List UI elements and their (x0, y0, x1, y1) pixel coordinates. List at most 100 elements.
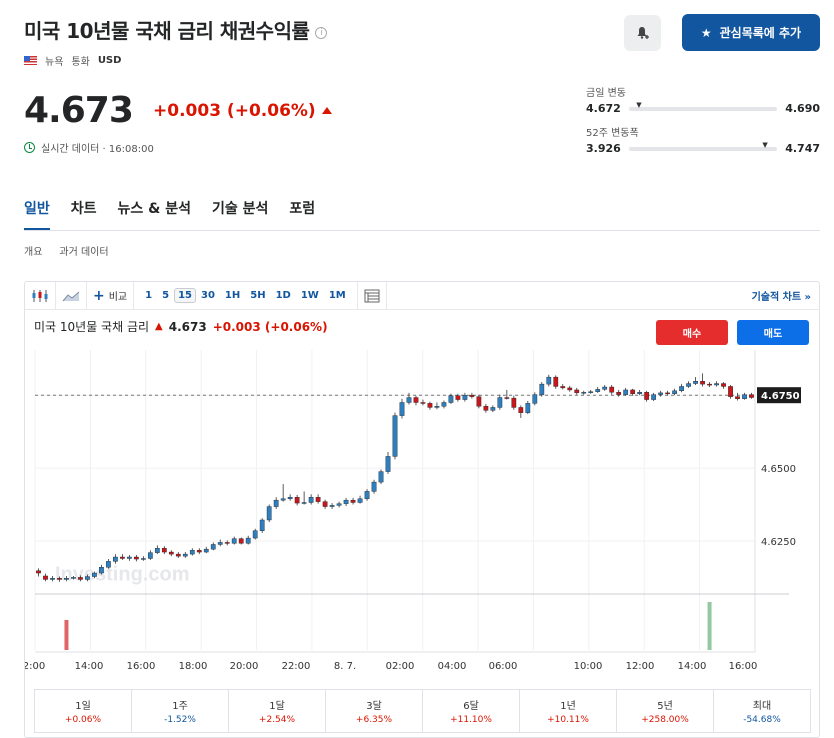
performance-table: 1일 +0.06% 1주 -1.52% 1달 +2.54% 3달 +6.35% 6달 +11.10… (34, 689, 811, 733)
bell-plus-icon (637, 27, 649, 39)
performance-period: 1년 (560, 701, 576, 712)
table-icon (364, 289, 380, 302)
day-range-high: 4.690 (785, 102, 820, 115)
candlestick-icon (32, 289, 48, 302)
timeframe-1h[interactable]: 1H (220, 290, 245, 301)
performance-value: -54.68% (743, 715, 781, 725)
performance-cell[interactable]: 5년 +258.00% (617, 690, 714, 732)
candle-body (567, 387, 573, 391)
candle-body (273, 499, 279, 507)
volume-bar (707, 602, 712, 650)
candle-body (665, 392, 670, 395)
subtab-summary[interactable]: 개요 (24, 243, 42, 258)
timeframe-1w[interactable]: 1W (296, 290, 324, 301)
x-tick-label: 14:00 (75, 661, 104, 672)
add-to-watchlist-button[interactable]: ★ 관심목록에 추가 (682, 14, 820, 51)
performance-cell[interactable]: 1주 -1.52% (132, 690, 229, 732)
compare-label: 비교 (108, 292, 128, 303)
candle-body (315, 497, 321, 502)
candle-body (92, 572, 97, 577)
candle-body (735, 396, 740, 399)
timeframe-30[interactable]: 30 (196, 290, 220, 301)
candle-body (651, 394, 657, 400)
candle-body (588, 391, 594, 393)
day-range-label: 금일 변동 (586, 88, 626, 99)
buy-button[interactable]: 매수 (656, 320, 728, 345)
tab-overview[interactable]: 일반 (24, 198, 50, 231)
performance-cell[interactable]: 3달 +6.35% (326, 690, 423, 732)
performance-cell[interactable]: 최대 -54.68% (714, 690, 810, 732)
candle-body (420, 402, 426, 404)
x-tick-label: 10:00 (574, 661, 603, 672)
x-tick-label: 14:00 (678, 661, 707, 672)
instrument-meta: 뉴욕 통화 USD (24, 53, 121, 68)
x-tick-label: 12:00 (626, 661, 655, 672)
candle-body (574, 389, 580, 394)
sub-tabs: 개요 과거 데이터 (24, 243, 109, 258)
timeframe-5h[interactable]: 5H (245, 290, 270, 301)
timeframe-15[interactable]: 15 (174, 288, 196, 303)
timeframe-1[interactable]: 1 (140, 290, 157, 301)
info-icon[interactable]: i (315, 26, 328, 39)
week52-range-low: 3.926 (586, 142, 621, 155)
performance-value: -1.52% (164, 715, 196, 725)
x-tick-label: 8. 7. (334, 661, 356, 672)
tab-forum[interactable]: 포럼 (289, 198, 315, 218)
candle-body (623, 389, 629, 395)
performance-cell[interactable]: 1달 +2.54% (229, 690, 326, 732)
candle-body (476, 396, 482, 407)
candle-body (64, 578, 69, 580)
alert-button[interactable] (624, 15, 661, 51)
performance-value: +6.35% (355, 715, 393, 725)
candle-body (511, 397, 517, 408)
tab-news[interactable]: 뉴스 & 분석 (118, 198, 191, 218)
area-type-button[interactable] (56, 281, 87, 310)
candle-body (581, 392, 587, 394)
candle-body (469, 394, 475, 397)
candle-body (154, 548, 160, 553)
performance-period: 1달 (269, 701, 285, 712)
candle-body (120, 556, 125, 559)
performance-cell[interactable]: 1일 +0.06% (35, 690, 132, 732)
candle-body (525, 403, 531, 413)
compare-button[interactable]: + 비교 (87, 281, 135, 310)
table-view-button[interactable] (358, 281, 387, 310)
performance-cell[interactable]: 6달 +11.10% (423, 690, 520, 732)
candle-body (182, 553, 188, 557)
tab-chart[interactable]: 차트 (71, 198, 97, 218)
sell-button[interactable]: 매도 (737, 320, 809, 345)
performance-value: +11.10% (450, 715, 492, 725)
candle-body (210, 544, 216, 550)
candle-body (714, 383, 719, 386)
technical-chart-link[interactable]: 기술적 차트 » (752, 288, 819, 303)
candle-body (658, 392, 663, 395)
candle-body (700, 380, 705, 385)
candle-body (266, 506, 272, 521)
performance-cell[interactable]: 1년 +10.11% (520, 690, 617, 732)
subtab-historical[interactable]: 과거 데이터 (59, 243, 108, 258)
tab-technical[interactable]: 기술 분석 (212, 198, 268, 218)
performance-period: 6달 (463, 701, 479, 712)
x-tick-label: 18:00 (179, 661, 208, 672)
currency-label: 통화 (71, 57, 90, 68)
candle-body (71, 577, 76, 579)
timeframe-group: 1 5 15 30 1H 5H 1D 1W 1M (134, 281, 358, 310)
price-chart[interactable]: Investing.com 4.6500 4.6250 4.6750 2:00 14:00… (25, 350, 819, 680)
watermark-text: Investing.com (55, 564, 189, 586)
candle-body (203, 548, 209, 553)
candle-type-button[interactable] (25, 281, 56, 310)
candle-body (595, 389, 601, 392)
clock-icon (24, 142, 35, 153)
candle-body (175, 553, 181, 557)
chart-toolbar: + 비교 1 5 15 30 1H 5H 1D 1W 1M 기술적 차트 » (25, 281, 819, 310)
currency-value: USD (97, 55, 122, 66)
candle-body (322, 501, 328, 507)
chart-title-change: +0.003 (+0.06%) (212, 319, 328, 334)
timeframe-5[interactable]: 5 (157, 290, 174, 301)
candle-body (140, 558, 146, 560)
timeframe-1m[interactable]: 1M (324, 290, 351, 301)
candle-body (364, 491, 370, 499)
candle-body (532, 394, 538, 404)
candle-body (78, 577, 83, 580)
timeframe-1d[interactable]: 1D (271, 290, 296, 301)
